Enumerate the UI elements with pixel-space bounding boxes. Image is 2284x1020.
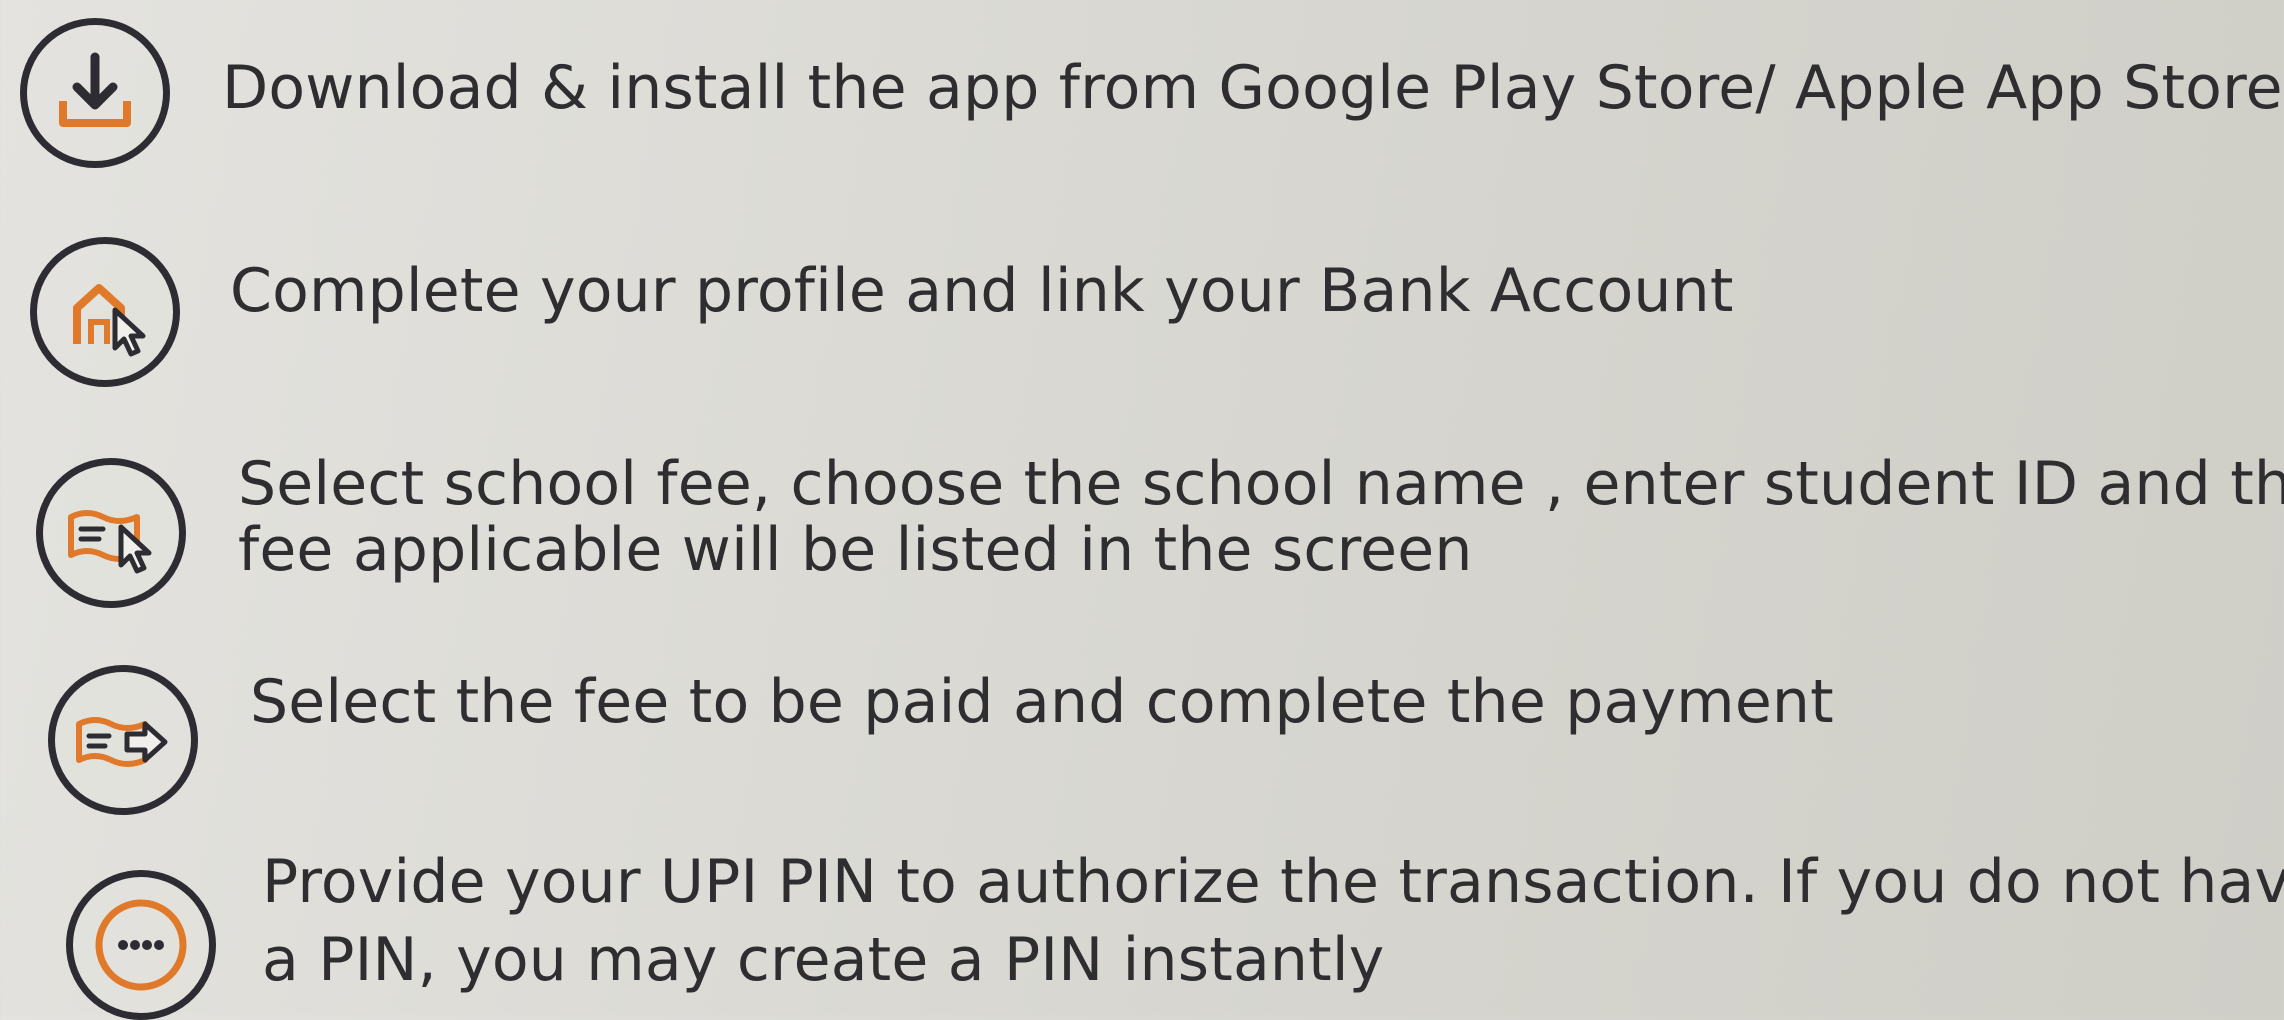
step-text: Select the fee to be paid and complete t…: [250, 667, 1834, 737]
step-text-line-2: a PIN, you may create a PIN instantly: [262, 925, 1385, 995]
pay-fee-icon: [48, 665, 198, 815]
step-text-line-2: fee applicable will be listed in the scr…: [238, 515, 1473, 585]
profile-bank-icon: [30, 237, 180, 387]
upi-pin-icon: [66, 870, 216, 1020]
download-icon: [20, 18, 170, 168]
step-text: Complete your profile and link your Bank…: [230, 256, 1734, 326]
school-fee-icon: [36, 458, 186, 608]
step-text-line-1: Provide your UPI PIN to authorize the tr…: [262, 847, 2284, 917]
step-text: Download & install the app from Google P…: [222, 53, 2283, 123]
